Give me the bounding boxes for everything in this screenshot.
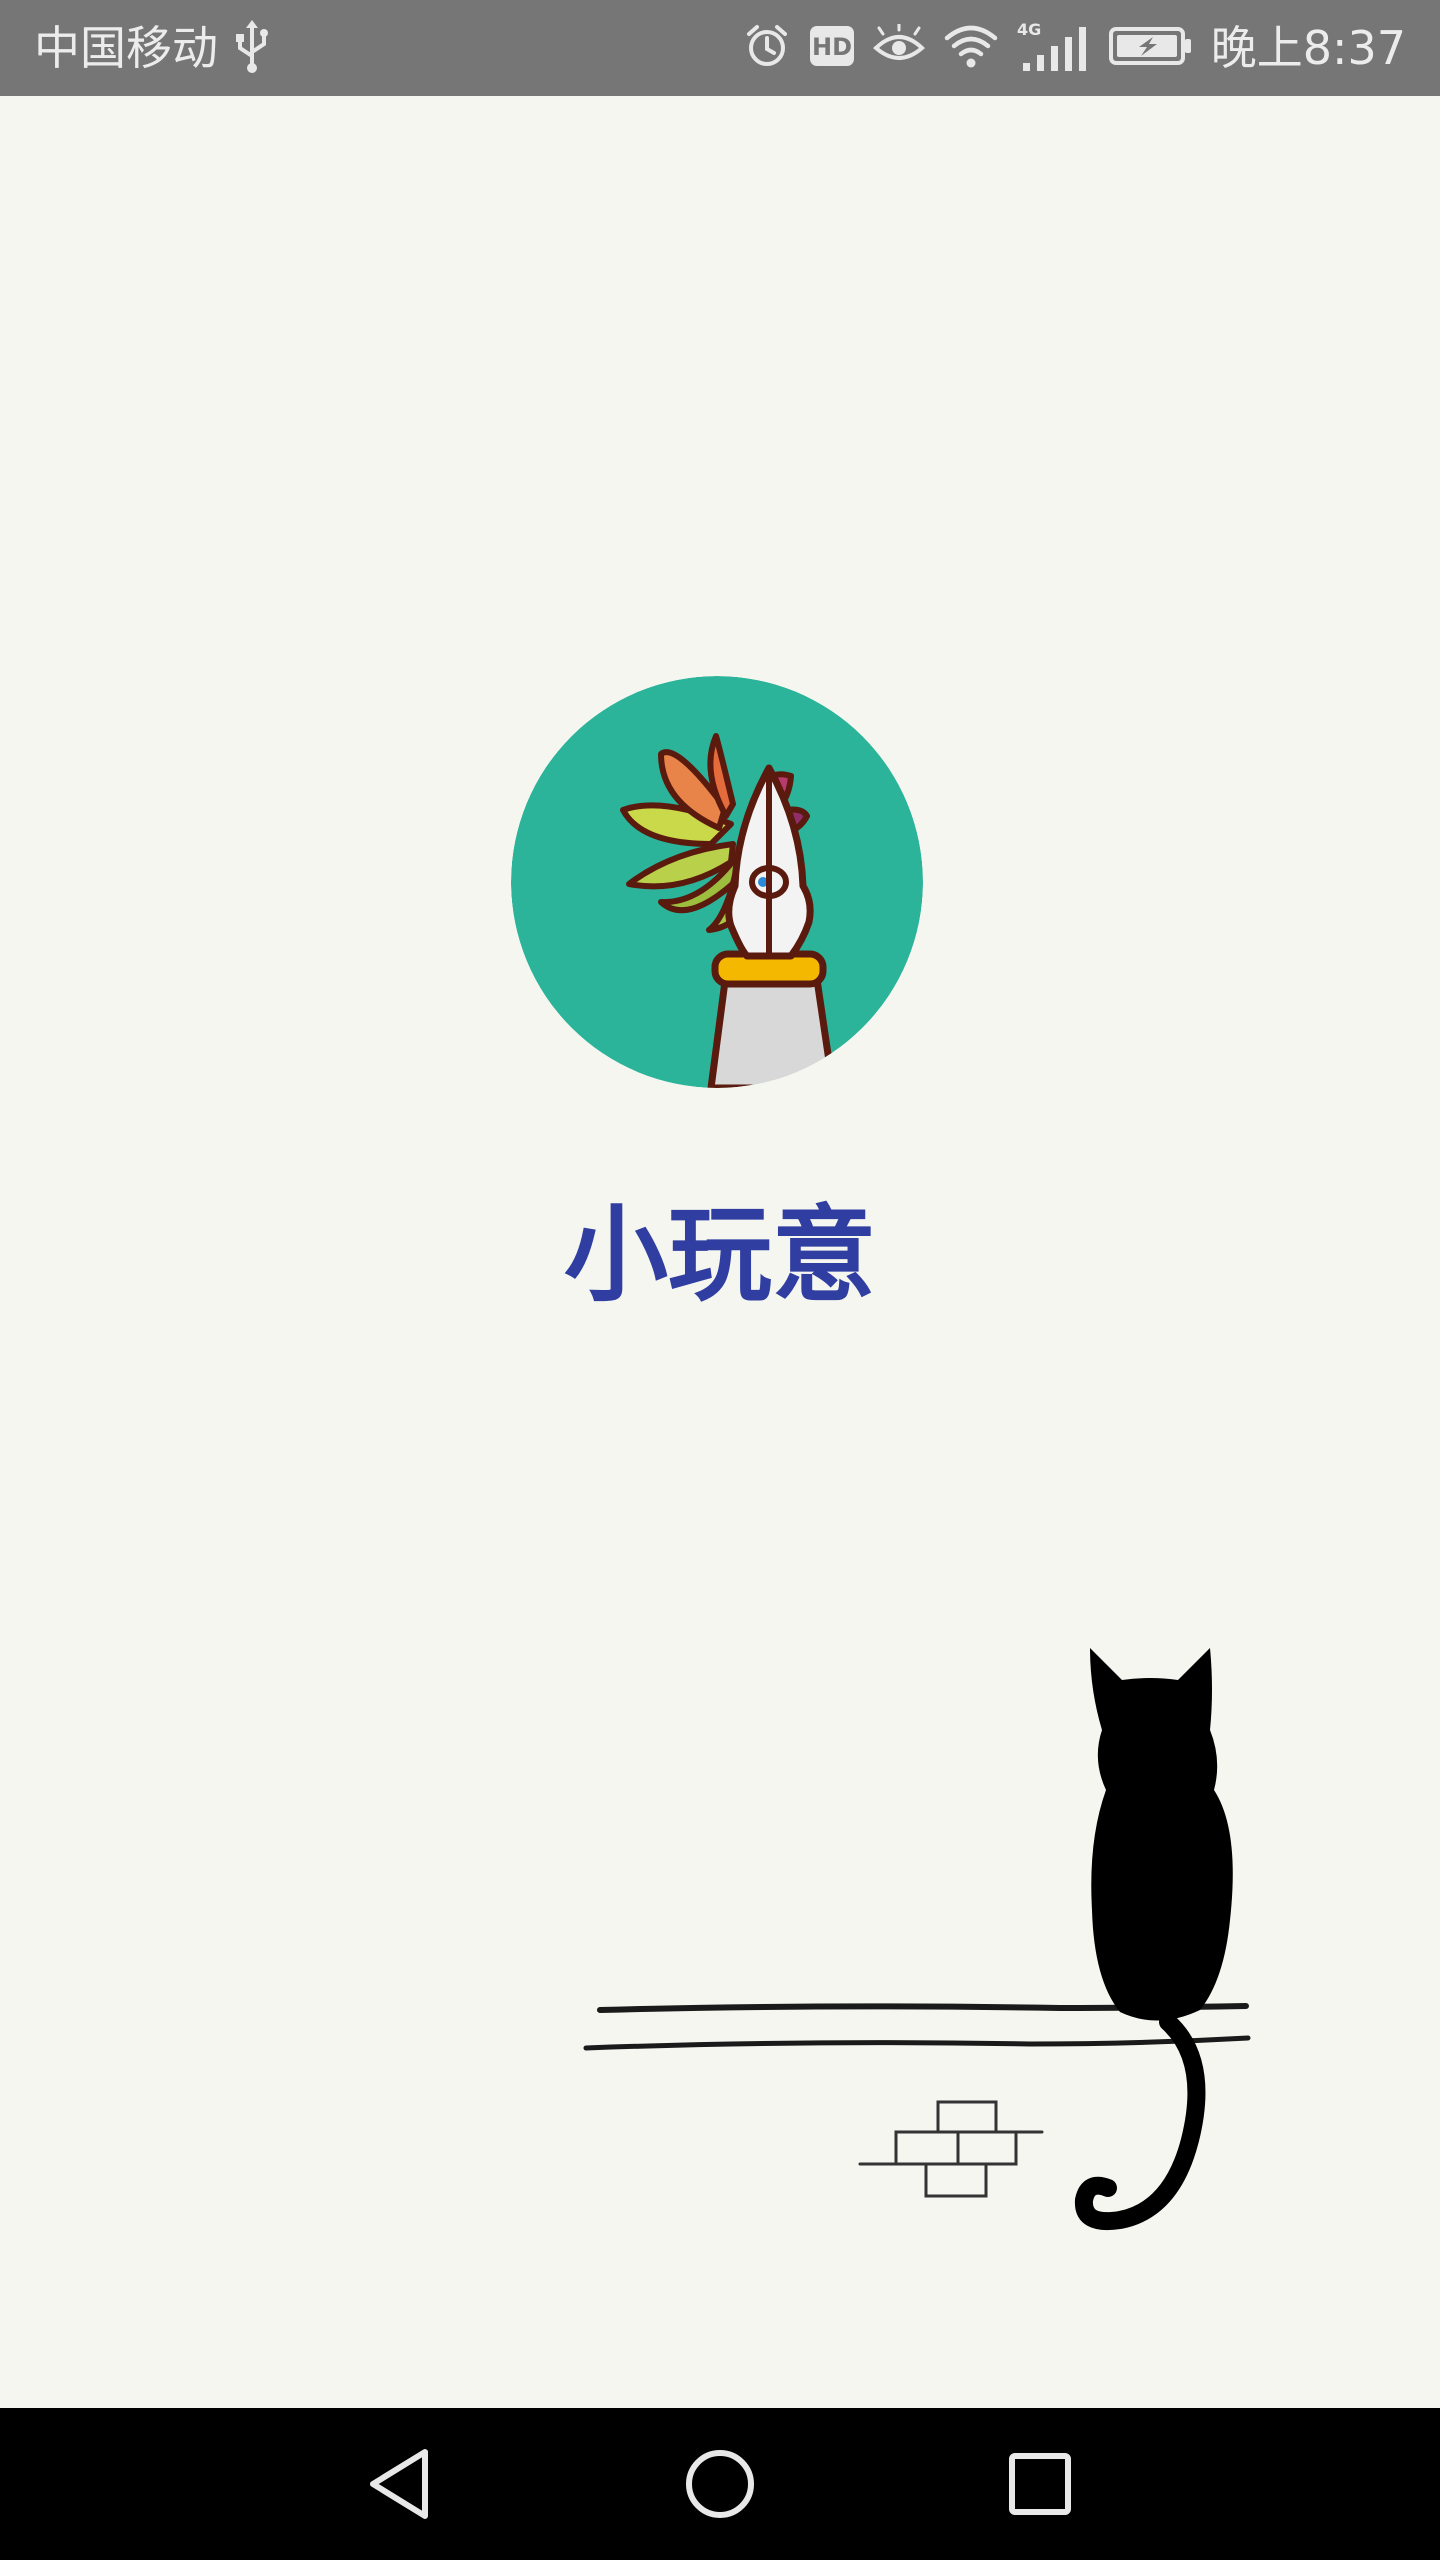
carrier-name: 中国移动: [34, 21, 218, 75]
cat-tail: [1074, 2013, 1206, 2230]
wifi-icon: [943, 22, 999, 74]
status-bar: 中国移动 HD 4G 晚上8:37: [0, 0, 1440, 96]
cat-illustration: [560, 1620, 1280, 2280]
cat-silhouette: [1090, 1648, 1233, 2021]
home-button[interactable]: [670, 2434, 770, 2534]
4g-signal-icon: 4G: [1017, 19, 1091, 77]
home-icon: [686, 2450, 754, 2518]
app-name: 小玩意: [563, 1194, 876, 1316]
status-right: HD 4G 晚上8:37: [743, 0, 1406, 96]
app-logo: [511, 676, 923, 1088]
status-left: 中国移动: [34, 0, 272, 96]
bricks: [858, 2100, 1044, 2198]
recent-apps-icon: [1009, 2453, 1071, 2515]
hd-label: HD: [812, 33, 852, 61]
alarm-icon: [743, 22, 791, 74]
network-label: 4G: [1017, 20, 1041, 39]
recent-apps-button[interactable]: [990, 2434, 1090, 2534]
status-time: 晚上8:37: [1210, 21, 1406, 75]
back-icon: [370, 2449, 428, 2519]
nav-bar: [0, 2408, 1440, 2560]
back-button[interactable]: [350, 2434, 450, 2534]
usb-icon: [232, 18, 272, 78]
battery-charging-icon: [1108, 24, 1193, 72]
hd-icon: HD: [809, 24, 855, 72]
eye-icon: [872, 22, 925, 72]
